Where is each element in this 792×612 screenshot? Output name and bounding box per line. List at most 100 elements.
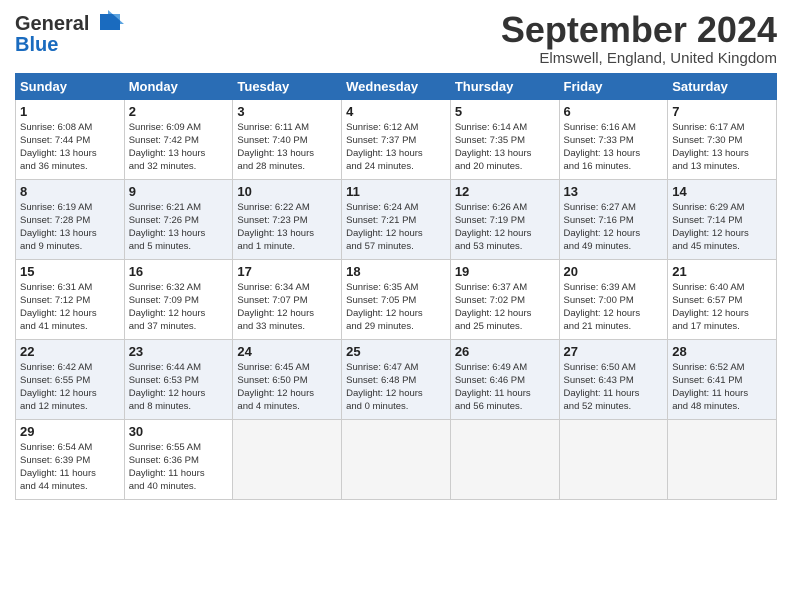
calendar-cell: 8 Sunrise: 6:19 AM Sunset: 7:28 PM Daylig…	[16, 179, 125, 259]
calendar-cell	[233, 419, 342, 499]
calendar-row-2: 8 Sunrise: 6:19 AM Sunset: 7:28 PM Daylig…	[16, 179, 777, 259]
calendar-cell: 13Sunrise: 6:27 AM Sunset: 7:16 PM Dayli…	[559, 179, 668, 259]
calendar-cell: 30 Sunrise: 6:55 AM Sunset: 6:36 PM Dayli…	[124, 419, 233, 499]
calendar-cell: 12 Sunrise: 6:26 AM Sunset: 7:19 PM Dayli…	[450, 179, 559, 259]
day-number: 7	[672, 104, 772, 119]
day-number: 30	[129, 424, 229, 439]
day-info: Sunrise: 6:44 AM Sunset: 6:53 PM Dayligh…	[129, 361, 229, 414]
day-number: 29	[20, 424, 120, 439]
day-info: Sunrise: 6:29 AM Sunset: 7:14 PM Dayligh…	[672, 201, 772, 254]
day-info: Sunrise: 6:52 AM Sunset: 6:41 PM Dayligh…	[672, 361, 772, 414]
day-info: Sunrise: 6:47 AM Sunset: 6:48 PM Dayligh…	[346, 361, 446, 414]
calendar-cell: 28 Sunrise: 6:52 AM Sunset: 6:41 PM Dayli…	[668, 339, 777, 419]
page: General Blue September 2024 Elmswell, En…	[0, 0, 792, 510]
day-number: 17	[237, 264, 337, 279]
col-tuesday: Tuesday	[233, 73, 342, 99]
calendar-cell: 18 Sunrise: 6:35 AM Sunset: 7:05 PM Dayli…	[342, 259, 451, 339]
calendar-cell: 24 Sunrise: 6:45 AM Sunset: 6:50 PM Dayli…	[233, 339, 342, 419]
calendar-row-3: 15 Sunrise: 6:31 AM Sunset: 7:12 PM Dayli…	[16, 259, 777, 339]
day-info: Sunrise: 6:19 AM Sunset: 7:28 PM Dayligh…	[20, 201, 120, 254]
day-number: 14	[672, 184, 772, 199]
day-info: Sunrise: 6:22 AM Sunset: 7:23 PM Dayligh…	[237, 201, 337, 254]
calendar-cell: 15 Sunrise: 6:31 AM Sunset: 7:12 PM Dayli…	[16, 259, 125, 339]
calendar-cell: 27Sunrise: 6:50 AM Sunset: 6:43 PM Dayli…	[559, 339, 668, 419]
day-info: Sunrise: 6:45 AM Sunset: 6:50 PM Dayligh…	[237, 361, 337, 414]
col-sunday: Sunday	[16, 73, 125, 99]
col-saturday: Saturday	[668, 73, 777, 99]
day-number: 6	[564, 104, 664, 119]
calendar-cell: 19Sunrise: 6:37 AM Sunset: 7:02 PM Dayli…	[450, 259, 559, 339]
day-info: Sunrise: 6:31 AM Sunset: 7:12 PM Dayligh…	[20, 281, 120, 334]
calendar-header-row: Sunday Monday Tuesday Wednesday Thursday…	[16, 73, 777, 99]
day-info: Sunrise: 6:21 AM Sunset: 7:26 PM Dayligh…	[129, 201, 229, 254]
day-number: 10	[237, 184, 337, 199]
day-number: 26	[455, 344, 555, 359]
calendar-cell: 6 Sunrise: 6:16 AM Sunset: 7:33 PM Daylig…	[559, 99, 668, 179]
day-number: 4	[346, 104, 446, 119]
calendar-cell: 25 Sunrise: 6:47 AM Sunset: 6:48 PM Dayli…	[342, 339, 451, 419]
col-friday: Friday	[559, 73, 668, 99]
calendar-row-5: 29 Sunrise: 6:54 AM Sunset: 6:39 PM Dayli…	[16, 419, 777, 499]
calendar-cell: 16 Sunrise: 6:32 AM Sunset: 7:09 PM Dayli…	[124, 259, 233, 339]
day-number: 12	[455, 184, 555, 199]
day-info: Sunrise: 6:14 AM Sunset: 7:35 PM Dayligh…	[455, 121, 555, 174]
calendar-cell: 2 Sunrise: 6:09 AM Sunset: 7:42 PM Daylig…	[124, 99, 233, 179]
calendar-cell: 21 Sunrise: 6:40 AM Sunset: 6:57 PM Dayli…	[668, 259, 777, 339]
day-number: 1	[20, 104, 120, 119]
day-number: 22	[20, 344, 120, 359]
calendar-cell: 9Sunrise: 6:21 AM Sunset: 7:26 PM Daylig…	[124, 179, 233, 259]
day-number: 11	[346, 184, 446, 199]
day-number: 21	[672, 264, 772, 279]
day-info: Sunrise: 6:34 AM Sunset: 7:07 PM Dayligh…	[237, 281, 337, 334]
col-thursday: Thursday	[450, 73, 559, 99]
calendar-cell: 29 Sunrise: 6:54 AM Sunset: 6:39 PM Dayli…	[16, 419, 125, 499]
calendar-row-4: 22 Sunrise: 6:42 AM Sunset: 6:55 PM Dayli…	[16, 339, 777, 419]
day-info: Sunrise: 6:16 AM Sunset: 7:33 PM Dayligh…	[564, 121, 664, 174]
day-info: Sunrise: 6:35 AM Sunset: 7:05 PM Dayligh…	[346, 281, 446, 334]
logo-general: General	[15, 13, 89, 36]
calendar-cell: 1Sunrise: 6:08 AM Sunset: 7:44 PM Daylig…	[16, 99, 125, 179]
day-info: Sunrise: 6:09 AM Sunset: 7:42 PM Dayligh…	[129, 121, 229, 174]
calendar-cell: 7 Sunrise: 6:17 AM Sunset: 7:30 PM Daylig…	[668, 99, 777, 179]
day-info: Sunrise: 6:26 AM Sunset: 7:19 PM Dayligh…	[455, 201, 555, 254]
calendar-cell	[450, 419, 559, 499]
day-info: Sunrise: 6:42 AM Sunset: 6:55 PM Dayligh…	[20, 361, 120, 414]
day-info: Sunrise: 6:49 AM Sunset: 6:46 PM Dayligh…	[455, 361, 555, 414]
calendar-cell: 10 Sunrise: 6:22 AM Sunset: 7:23 PM Dayli…	[233, 179, 342, 259]
day-number: 18	[346, 264, 446, 279]
calendar-cell: 23 Sunrise: 6:44 AM Sunset: 6:53 PM Dayli…	[124, 339, 233, 419]
day-info: Sunrise: 6:55 AM Sunset: 6:36 PM Dayligh…	[129, 441, 229, 494]
calendar-cell	[559, 419, 668, 499]
day-number: 15	[20, 264, 120, 279]
day-info: Sunrise: 6:32 AM Sunset: 7:09 PM Dayligh…	[129, 281, 229, 334]
day-info: Sunrise: 6:24 AM Sunset: 7:21 PM Dayligh…	[346, 201, 446, 254]
calendar-cell: 20Sunrise: 6:39 AM Sunset: 7:00 PM Dayli…	[559, 259, 668, 339]
calendar-cell: 17 Sunrise: 6:34 AM Sunset: 7:07 PM Dayli…	[233, 259, 342, 339]
day-number: 8	[20, 184, 120, 199]
day-number: 23	[129, 344, 229, 359]
day-number: 19	[455, 264, 555, 279]
calendar: Sunday Monday Tuesday Wednesday Thursday…	[15, 73, 777, 500]
day-number: 27	[564, 344, 664, 359]
logo-blue: Blue	[15, 34, 58, 57]
calendar-row-1: 1Sunrise: 6:08 AM Sunset: 7:44 PM Daylig…	[16, 99, 777, 179]
month-title: September 2024	[501, 10, 777, 50]
logo-icon	[92, 10, 124, 38]
day-number: 2	[129, 104, 229, 119]
day-info: Sunrise: 6:11 AM Sunset: 7:40 PM Dayligh…	[237, 121, 337, 174]
day-number: 16	[129, 264, 229, 279]
calendar-cell	[668, 419, 777, 499]
day-info: Sunrise: 6:17 AM Sunset: 7:30 PM Dayligh…	[672, 121, 772, 174]
day-number: 28	[672, 344, 772, 359]
day-number: 24	[237, 344, 337, 359]
day-info: Sunrise: 6:40 AM Sunset: 6:57 PM Dayligh…	[672, 281, 772, 334]
calendar-cell: 11 Sunrise: 6:24 AM Sunset: 7:21 PM Dayli…	[342, 179, 451, 259]
calendar-cell: 5Sunrise: 6:14 AM Sunset: 7:35 PM Daylig…	[450, 99, 559, 179]
calendar-cell: 14 Sunrise: 6:29 AM Sunset: 7:14 PM Dayli…	[668, 179, 777, 259]
title-block: September 2024 Elmswell, England, United…	[501, 10, 777, 67]
day-info: Sunrise: 6:54 AM Sunset: 6:39 PM Dayligh…	[20, 441, 120, 494]
day-number: 25	[346, 344, 446, 359]
day-info: Sunrise: 6:27 AM Sunset: 7:16 PM Dayligh…	[564, 201, 664, 254]
calendar-cell: 3Sunrise: 6:11 AM Sunset: 7:40 PM Daylig…	[233, 99, 342, 179]
location: Elmswell, England, United Kingdom	[501, 50, 777, 67]
